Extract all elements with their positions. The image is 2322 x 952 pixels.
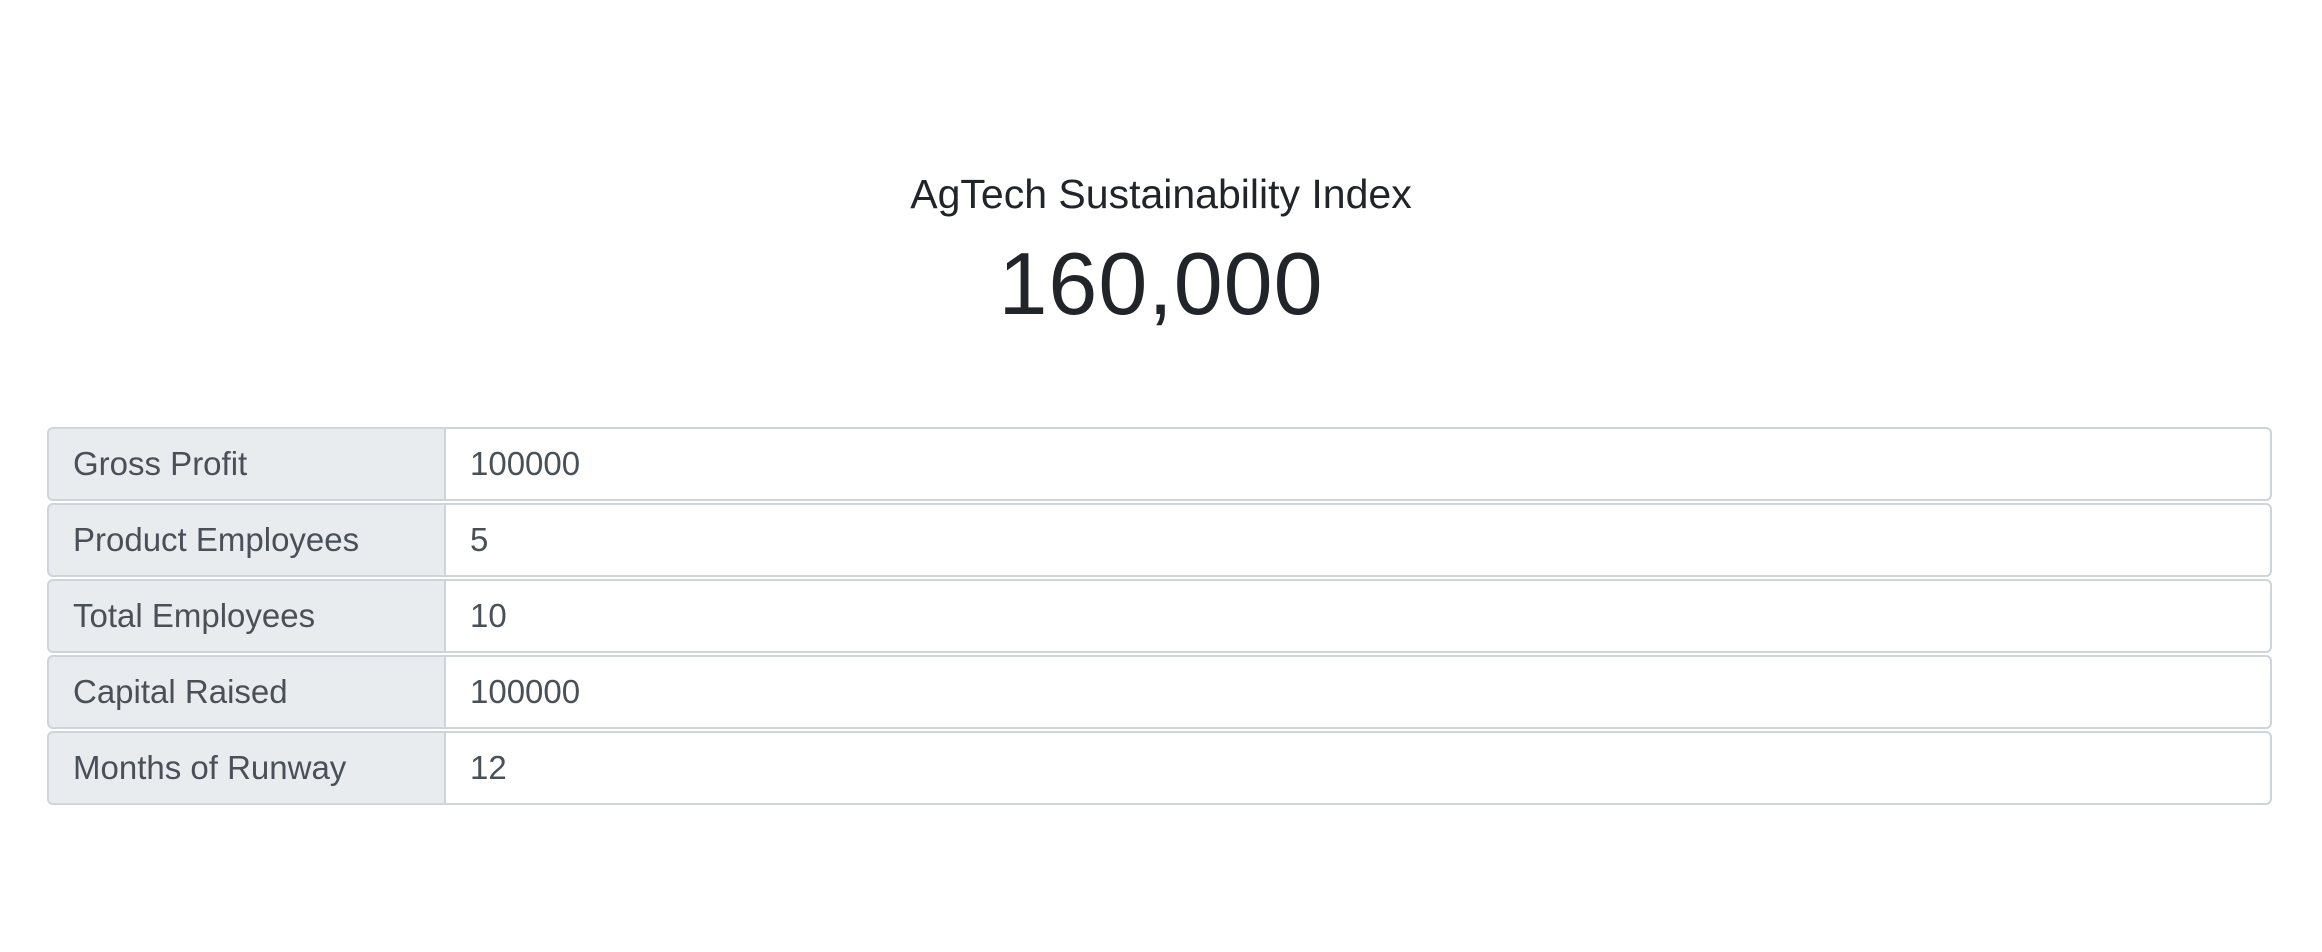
field-row-gross-profit: Gross Profit [47,427,2272,501]
product-employees-input[interactable] [446,503,2272,577]
product-employees-label: Product Employees [47,503,446,577]
total-employees-input[interactable] [446,579,2272,653]
capital-raised-label: Capital Raised [47,655,446,729]
input-fields-group: Gross Profit Product Employees Total Emp… [47,427,2272,807]
field-row-capital-raised: Capital Raised [47,655,2272,729]
total-employees-label: Total Employees [47,579,446,653]
field-row-product-employees: Product Employees [47,503,2272,577]
field-row-months-of-runway: Months of Runway [47,731,2272,805]
months-of-runway-input[interactable] [446,731,2272,805]
gross-profit-input[interactable] [446,427,2272,501]
index-title: AgTech Sustainability Index [910,171,1412,217]
gross-profit-label: Gross Profit [47,427,446,501]
index-value: 160,000 [998,234,1324,333]
months-of-runway-label: Months of Runway [47,731,446,805]
field-row-total-employees: Total Employees [47,579,2272,653]
capital-raised-input[interactable] [446,655,2272,729]
